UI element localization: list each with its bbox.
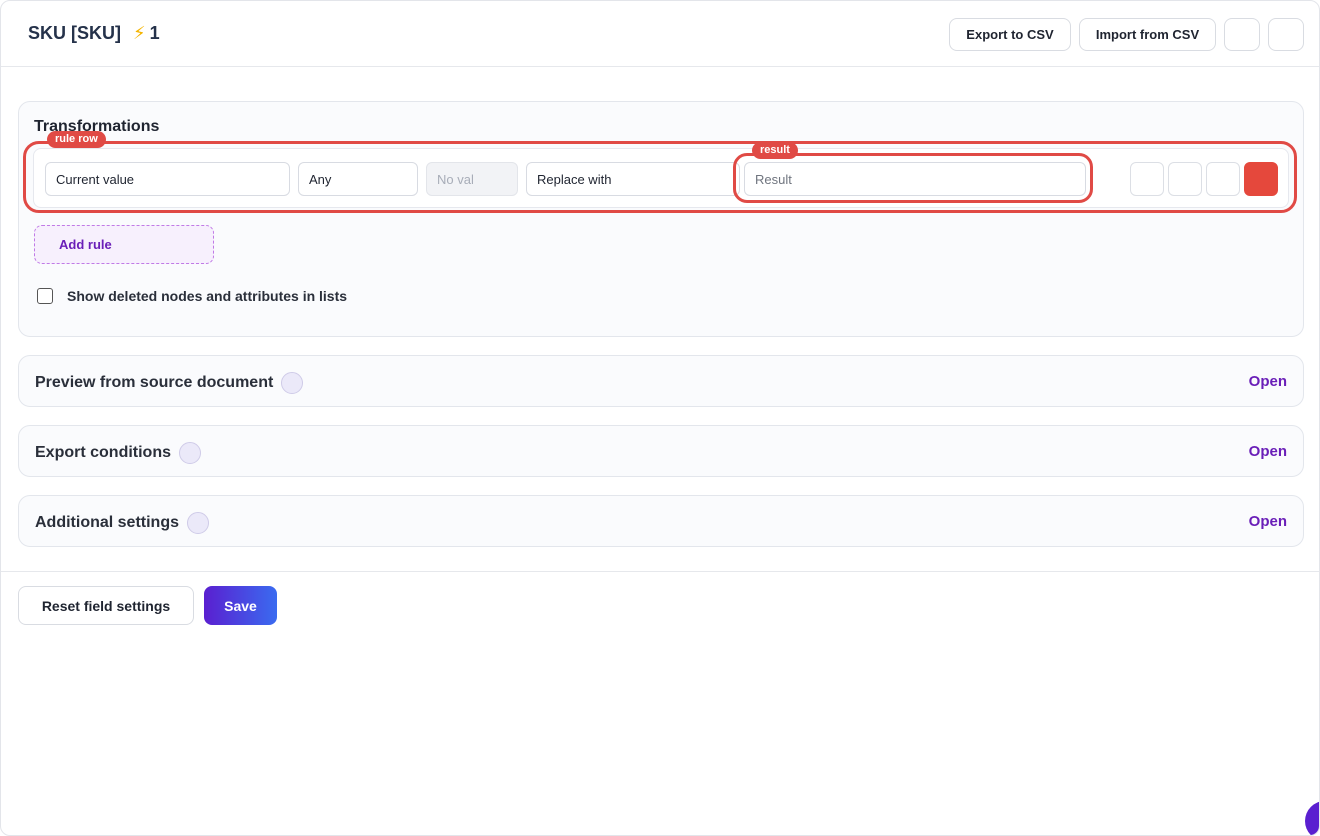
section-title: Preview from source document [35,372,304,394]
open-additional-settings-link[interactable]: Open [1249,513,1287,530]
source-select[interactable]: Current value [45,162,290,196]
move-up-button[interactable] [1130,162,1164,196]
value-input[interactable]: No val [426,162,518,196]
rule-row-tag: rule row [47,131,106,148]
show-deleted-checkbox[interactable] [37,288,53,304]
page-title: SKU [SKU] ⚡ 1 [28,23,160,44]
info-icon [179,442,201,464]
result-input[interactable]: Result [744,162,1086,196]
import-csv-button[interactable]: Import from CSV [1079,18,1216,51]
move-down-button[interactable] [1168,162,1202,196]
open-preview-link[interactable]: Open [1249,373,1287,390]
transformations-panel: Transformations Current value Any No val… [18,101,1304,337]
field-settings-window: SKU [SKU] ⚡ 1 Export to CSV Import from … [0,0,1320,836]
show-deleted-row: Show deleted nodes and attributes in lis… [37,288,347,304]
section-title: Export conditions [35,442,201,464]
add-rule-button[interactable]: Add rule [34,225,214,264]
condition-select[interactable]: Any [298,162,418,196]
header-icon-button[interactable] [1224,18,1260,51]
section-title: Additional settings [35,512,209,534]
delete-rule-button[interactable] [1244,162,1278,196]
rule-row: Current value Any No val Replace with Re… [33,148,1289,208]
reset-field-settings-button[interactable]: Reset field settings [18,586,194,625]
open-export-conditions-link[interactable]: Open [1249,443,1287,460]
save-button[interactable]: Save [204,586,277,625]
section-title-text: Export conditions [35,444,171,461]
section-additional-settings: Additional settings Open [18,495,1304,547]
footer-divider [1,571,1319,572]
result-tag: result [752,142,798,159]
header: SKU [SKU] ⚡ 1 Export to CSV Import from … [1,1,1319,67]
info-icon [187,512,209,534]
section-title-text: Preview from source document [35,374,274,391]
info-icon [281,372,304,394]
chat-launcher-icon[interactable] [1305,801,1319,835]
rule-count: 1 [149,23,160,43]
show-deleted-label: Show deleted nodes and attributes in lis… [67,288,348,304]
title-text: SKU [SKU] [28,23,121,43]
action-select[interactable]: Replace with [526,162,740,196]
lightning-icon: ⚡ [133,23,146,43]
section-title-text: Additional settings [35,514,179,531]
close-button[interactable] [1268,18,1304,51]
export-csv-button[interactable]: Export to CSV [949,18,1071,51]
section-preview: Preview from source document Open [18,355,1304,407]
section-export-conditions: Export conditions Open [18,425,1304,477]
duplicate-button[interactable] [1206,162,1240,196]
